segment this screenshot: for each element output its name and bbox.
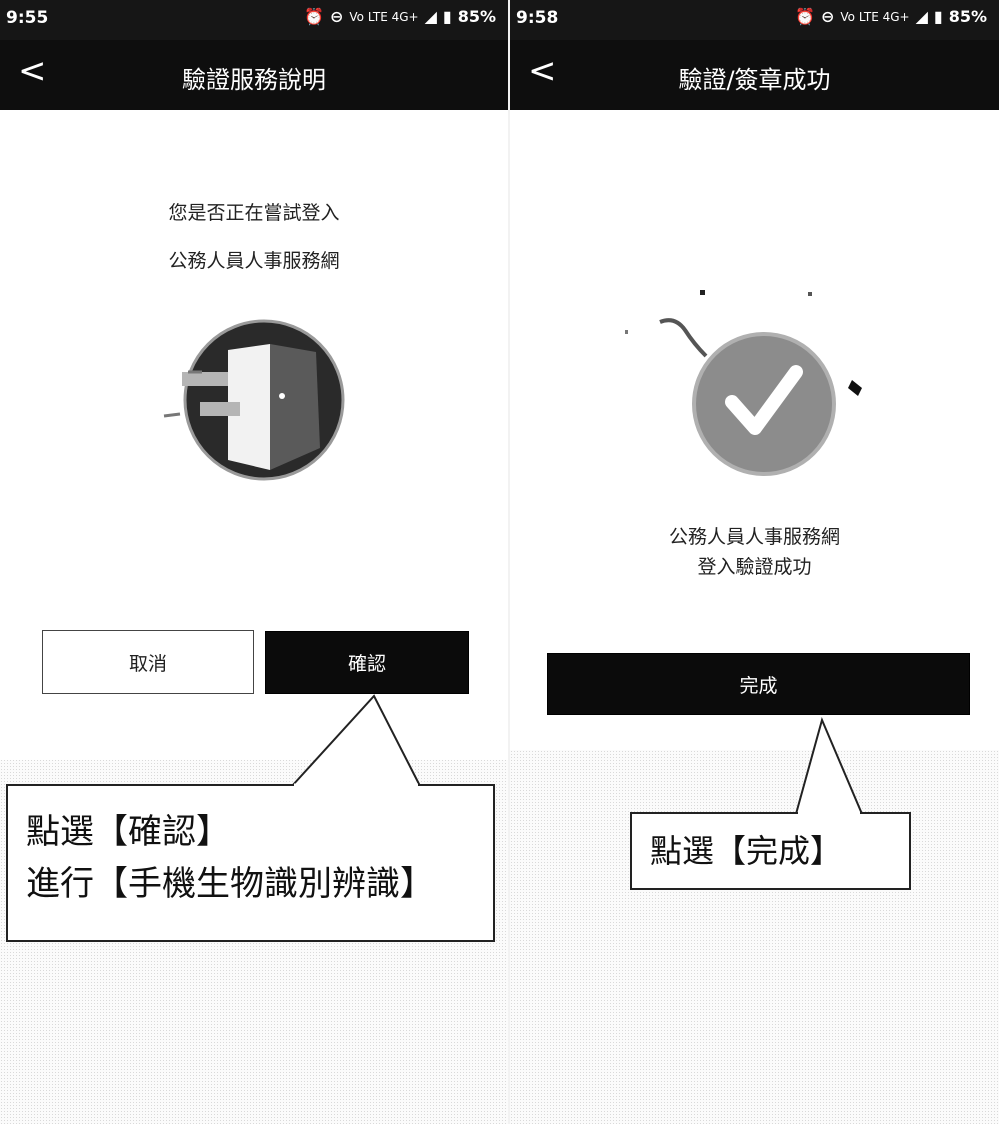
instruction-callout: 點選【完成】 — [630, 812, 911, 890]
callout-line-2: 進行【手機生物識別辨識】 — [26, 864, 434, 904]
alarm-icon: ⏰ — [795, 7, 815, 26]
status-bar: 9:58 ⏰ ⊖ Vo LTE 4G+ ◢ ▮ 85% — [510, 0, 999, 40]
done-button[interactable]: 完成 — [547, 653, 970, 715]
status-time: 9:58 — [516, 8, 559, 28]
status-icons: ⏰ ⊖ Vo LTE 4G+ ◢ ▮ 85% — [795, 7, 987, 26]
battery-icon: ▮ — [933, 7, 943, 26]
cancel-button[interactable]: 取消 — [42, 630, 254, 694]
callout-line-1: 點選【完成】 — [650, 832, 843, 870]
success-line-2: 登入驗證成功 — [697, 556, 812, 578]
dnd-icon: ⊖ — [329, 7, 344, 26]
signal-icon: ◢ — [915, 7, 928, 26]
battery-level: 85% — [457, 7, 496, 26]
battery-level: 85% — [948, 7, 987, 26]
page-title: 驗證/簽章成功 — [678, 66, 831, 94]
nav-bar: < 驗證/簽章成功 — [510, 40, 999, 110]
prompt-line-1: 您是否正在嘗試登入 — [168, 202, 340, 224]
callout-line-1: 點選【確認】 — [26, 812, 230, 852]
signal-icon: ◢ — [424, 7, 437, 26]
network-label: Vo LTE 4G+ — [840, 9, 910, 24]
screen-verification-success: 9:58 ⏰ ⊖ Vo LTE 4G+ ◢ ▮ 85% < 驗證/簽章成功 公務… — [510, 0, 999, 1124]
battery-icon: ▮ — [442, 7, 452, 26]
status-time: 9:55 — [6, 8, 49, 28]
dnd-icon: ⊖ — [820, 7, 835, 26]
nav-bar: < 驗證服務說明 — [0, 40, 508, 110]
prompt-line-2: 公務人員人事服務網 — [168, 250, 340, 272]
status-icons: ⏰ ⊖ Vo LTE 4G+ ◢ ▮ 85% — [304, 7, 496, 26]
instruction-callout: 點選【確認】 進行【手機生物識別辨識】 — [6, 784, 495, 942]
network-label: Vo LTE 4G+ — [349, 9, 419, 24]
confirm-button[interactable]: 確認 — [265, 631, 469, 694]
success-line-1: 公務人員人事服務網 — [668, 526, 840, 548]
status-bar: 9:55 ⏰ ⊖ Vo LTE 4G+ ◢ ▮ 85% — [0, 0, 508, 40]
alarm-icon: ⏰ — [304, 7, 324, 26]
page-title: 驗證服務說明 — [182, 66, 326, 94]
screen-verification-prompt: 9:55 ⏰ ⊖ Vo LTE 4G+ ◢ ▮ 85% < 驗證服務說明 您是否… — [0, 0, 508, 1124]
